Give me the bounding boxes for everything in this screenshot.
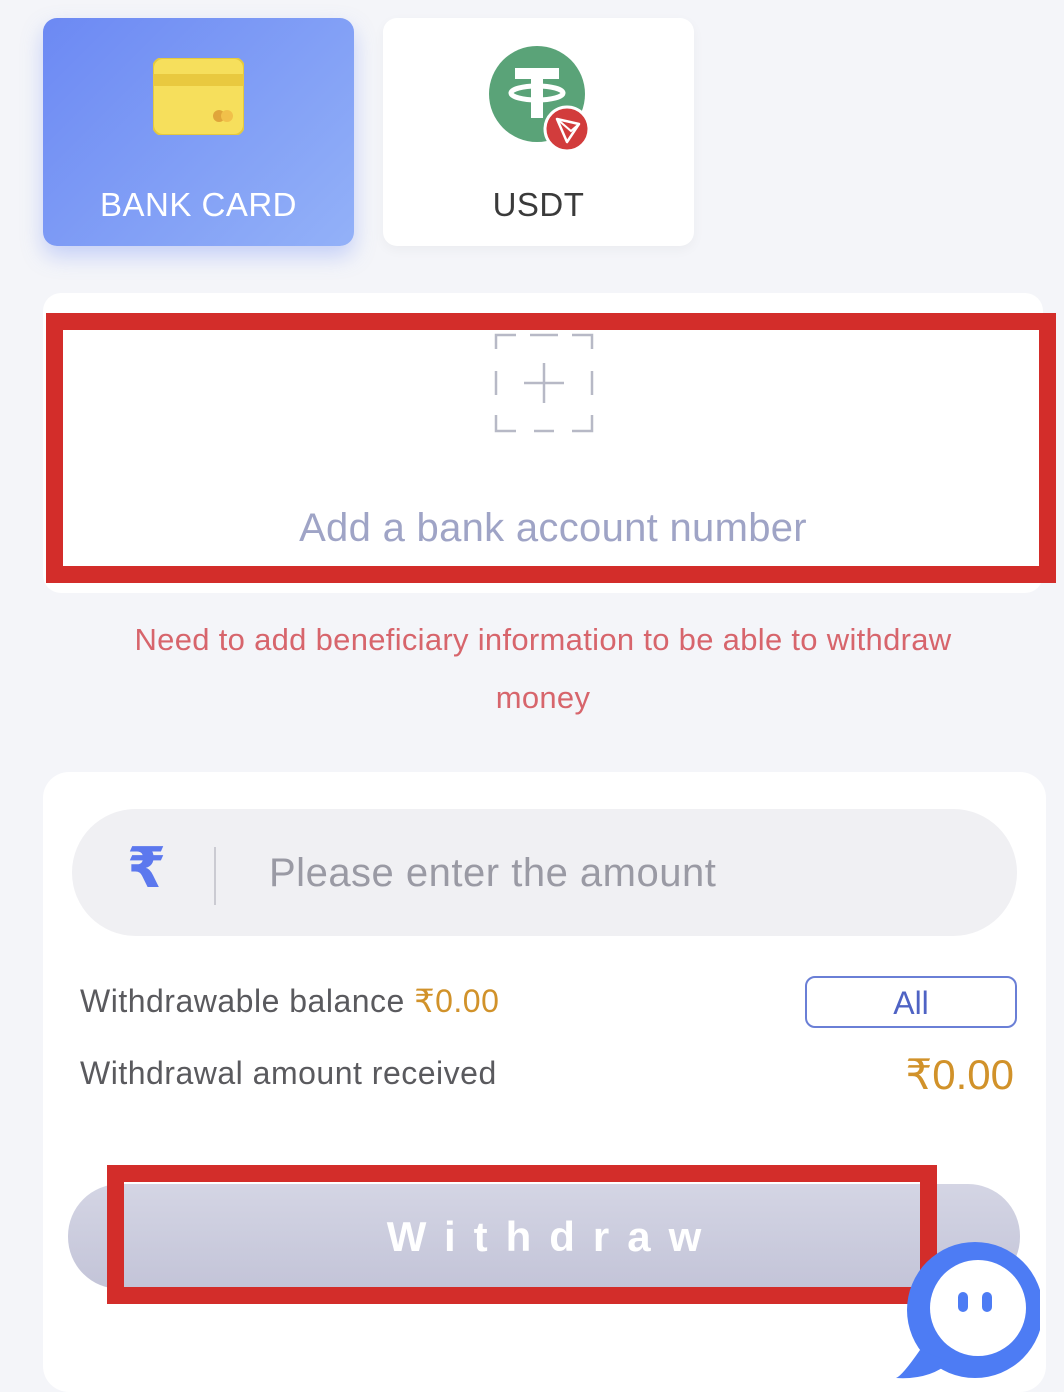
withdrawable-balance-value: ₹0.00	[414, 983, 500, 1019]
usdt-tron-icon	[489, 46, 591, 150]
annotation-highlight-bank-account	[46, 313, 1056, 583]
credit-card-icon	[153, 58, 244, 135]
withdrawable-balance: Withdrawable balance ₹0.00	[80, 982, 499, 1020]
all-button[interactable]: All	[805, 976, 1017, 1028]
bank-card-tab-label: BANK CARD	[99, 186, 298, 223]
chat-support-icon[interactable]	[890, 1230, 1040, 1380]
annotation-highlight-withdraw	[107, 1165, 937, 1304]
received-amount-label: Withdrawal amount received	[80, 1055, 497, 1091]
amount-field[interactable]: ₹	[72, 809, 1017, 936]
beneficiary-warning-continued: money	[495, 680, 591, 715]
rupee-icon: ₹	[127, 836, 166, 899]
received-amount-value: ₹0.00	[905, 1051, 1014, 1098]
usdt-tab[interactable]: USDT	[383, 18, 694, 246]
amount-input[interactable]	[267, 829, 971, 917]
withdrawable-balance-label: Withdrawable balance	[80, 983, 405, 1019]
usdt-tab-label: USDT	[492, 186, 585, 223]
beneficiary-warning: Need to add beneficiary information to b…	[134, 622, 952, 657]
divider	[214, 847, 216, 905]
bank-card-tab[interactable]: BANK CARD	[43, 18, 354, 246]
